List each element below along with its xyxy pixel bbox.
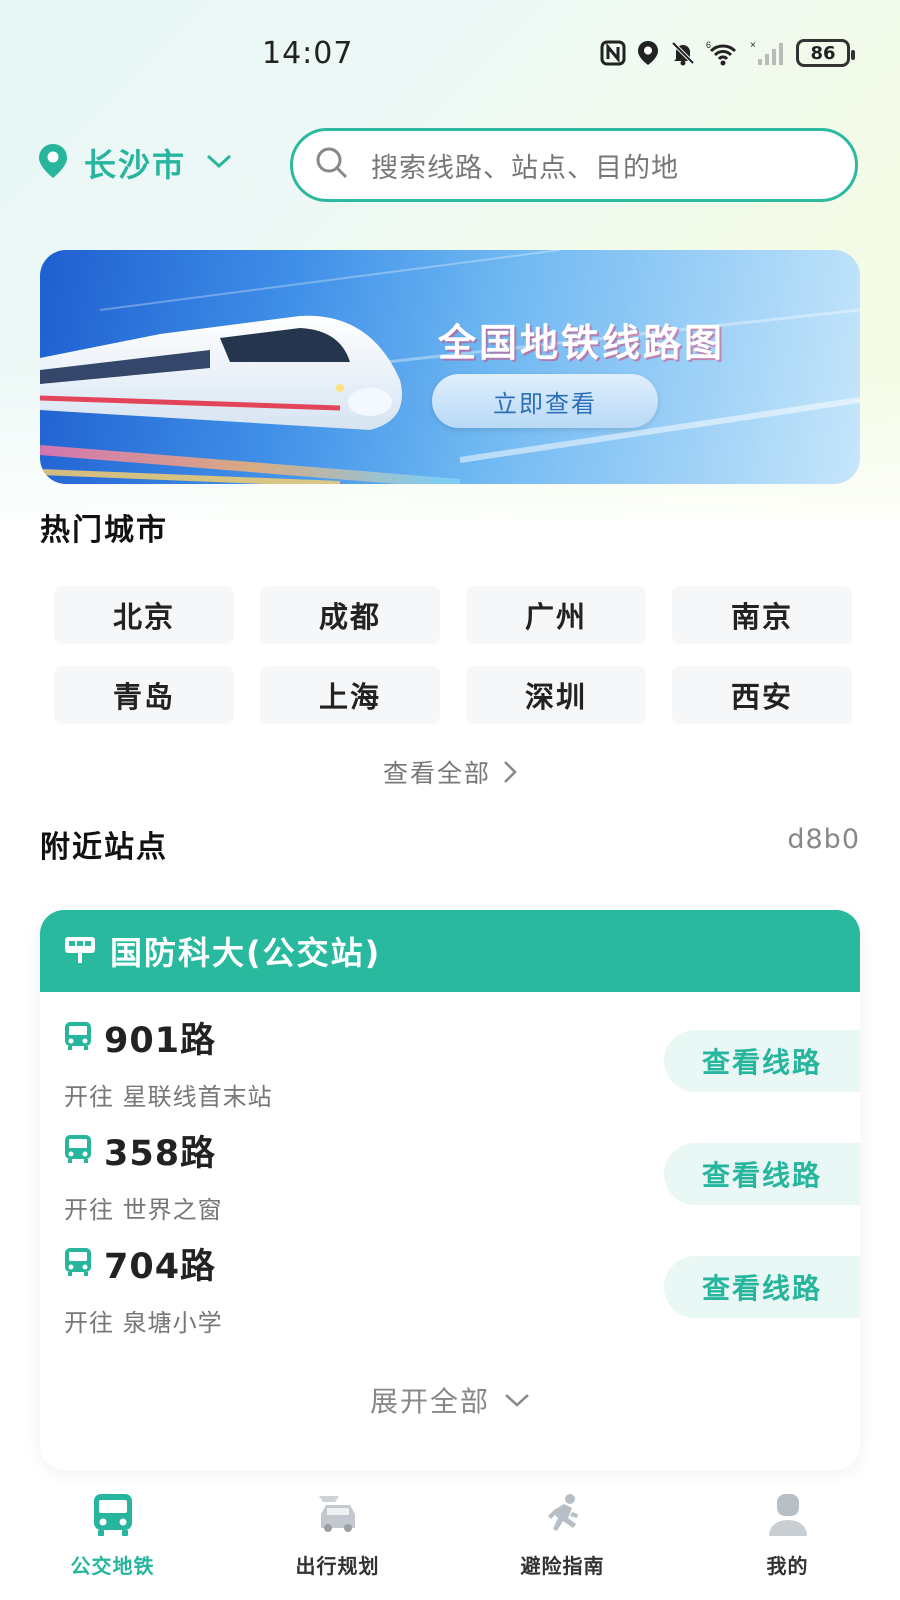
- svg-text:6: 6: [706, 40, 711, 50]
- city-button[interactable]: 上海: [260, 666, 440, 724]
- train-illustration: [40, 250, 860, 484]
- chevron-down-icon: [206, 153, 232, 173]
- location-icon: [636, 39, 660, 67]
- banner-title: 全国地铁线路图: [438, 321, 726, 365]
- nfc-icon: [600, 40, 626, 66]
- city-selector[interactable]: 长沙市: [38, 140, 232, 186]
- running-person-icon: [540, 1492, 586, 1542]
- status-icons: 6 × 86: [600, 36, 855, 70]
- status-bar: 14:07 6 × 86: [0, 0, 900, 100]
- bus-stop-icon: [64, 934, 96, 968]
- wifi-icon: 6: [706, 39, 740, 67]
- bus-icon: [92, 1492, 134, 1542]
- bus-icon: [64, 1134, 92, 1168]
- view-all-label: 查看全部: [382, 759, 491, 788]
- hot-cities-grid: 北京 成都 广州 南京 青岛 上海 深圳 西安: [54, 586, 854, 724]
- svg-text:×: ×: [750, 40, 756, 51]
- nav-label: 避险指南: [520, 1554, 605, 1578]
- station-header[interactable]: 国防科大(公交站): [40, 910, 860, 992]
- chevron-right-icon: [504, 761, 517, 783]
- route-item: 358路 开往 世界之窗 查看线路: [64, 1125, 860, 1225]
- route-item: 901路 开往 星联线首末站 查看线路: [64, 1012, 860, 1112]
- subway-map-banner[interactable]: 全国地铁线路图 立即查看: [40, 250, 860, 484]
- nav-label: 我的: [766, 1554, 809, 1578]
- city-button[interactable]: 南京: [672, 586, 852, 644]
- city-button[interactable]: 西安: [672, 666, 852, 724]
- chevron-down-icon: [505, 1394, 529, 1407]
- station-card: 国防科大(公交站) 901路 开往 星联线首末站 查看线路 358路 开往 世界…: [40, 910, 860, 1470]
- city-button[interactable]: 广州: [466, 586, 646, 644]
- city-button[interactable]: 深圳: [466, 666, 646, 724]
- battery-icon: 86: [796, 39, 855, 67]
- view-all-cities-link[interactable]: 查看全部: [0, 754, 900, 790]
- nearby-stations-title: 附近站点: [40, 830, 168, 865]
- nav-item-trip-planning[interactable]: 出行规划: [225, 1482, 450, 1600]
- nav-item-bus-subway[interactable]: 公交地铁: [0, 1482, 225, 1600]
- route-item: 704路 开往 泉塘小学 查看线路: [64, 1238, 860, 1338]
- route-number: 704路: [104, 1247, 217, 1287]
- expand-all-label: 展开全部: [369, 1385, 490, 1418]
- mute-bell-icon: [670, 40, 696, 66]
- expand-all-button[interactable]: 展开全部: [40, 1380, 860, 1420]
- city-button[interactable]: 北京: [54, 586, 234, 644]
- route-number: 358路: [104, 1134, 217, 1174]
- station-code: d8b0: [787, 824, 860, 855]
- nav-label: 公交地铁: [70, 1554, 155, 1578]
- status-time: 14:07: [262, 36, 354, 71]
- bus-icon: [64, 1021, 92, 1055]
- car-icon: [313, 1492, 363, 1542]
- route-number: 901路: [104, 1021, 217, 1061]
- location-pin-icon: [38, 143, 68, 183]
- city-button[interactable]: 青岛: [54, 666, 234, 724]
- city-button[interactable]: 成都: [260, 586, 440, 644]
- search-input[interactable]: 搜索线路、站点、目的地: [290, 128, 858, 202]
- view-route-button[interactable]: 查看线路: [664, 1256, 860, 1318]
- signal-icon: ×: [750, 39, 786, 67]
- bus-icon: [64, 1247, 92, 1281]
- view-now-button[interactable]: 立即查看: [432, 374, 658, 428]
- hot-cities-title: 热门城市: [40, 513, 168, 548]
- search-placeholder: 搜索线路、站点、目的地: [371, 152, 679, 184]
- view-route-button[interactable]: 查看线路: [664, 1143, 860, 1205]
- city-name: 长沙市: [84, 146, 187, 184]
- station-name: 国防科大(公交站): [110, 934, 382, 972]
- search-icon: [315, 146, 349, 184]
- user-icon: [765, 1492, 811, 1542]
- nav-item-profile[interactable]: 我的: [675, 1482, 900, 1600]
- view-route-button[interactable]: 查看线路: [664, 1030, 860, 1092]
- nav-item-safety-guide[interactable]: 避险指南: [450, 1482, 675, 1600]
- bottom-nav: 公交地铁 出行规划 避险指南 我的: [0, 1482, 900, 1600]
- nav-label: 出行规划: [295, 1554, 380, 1578]
